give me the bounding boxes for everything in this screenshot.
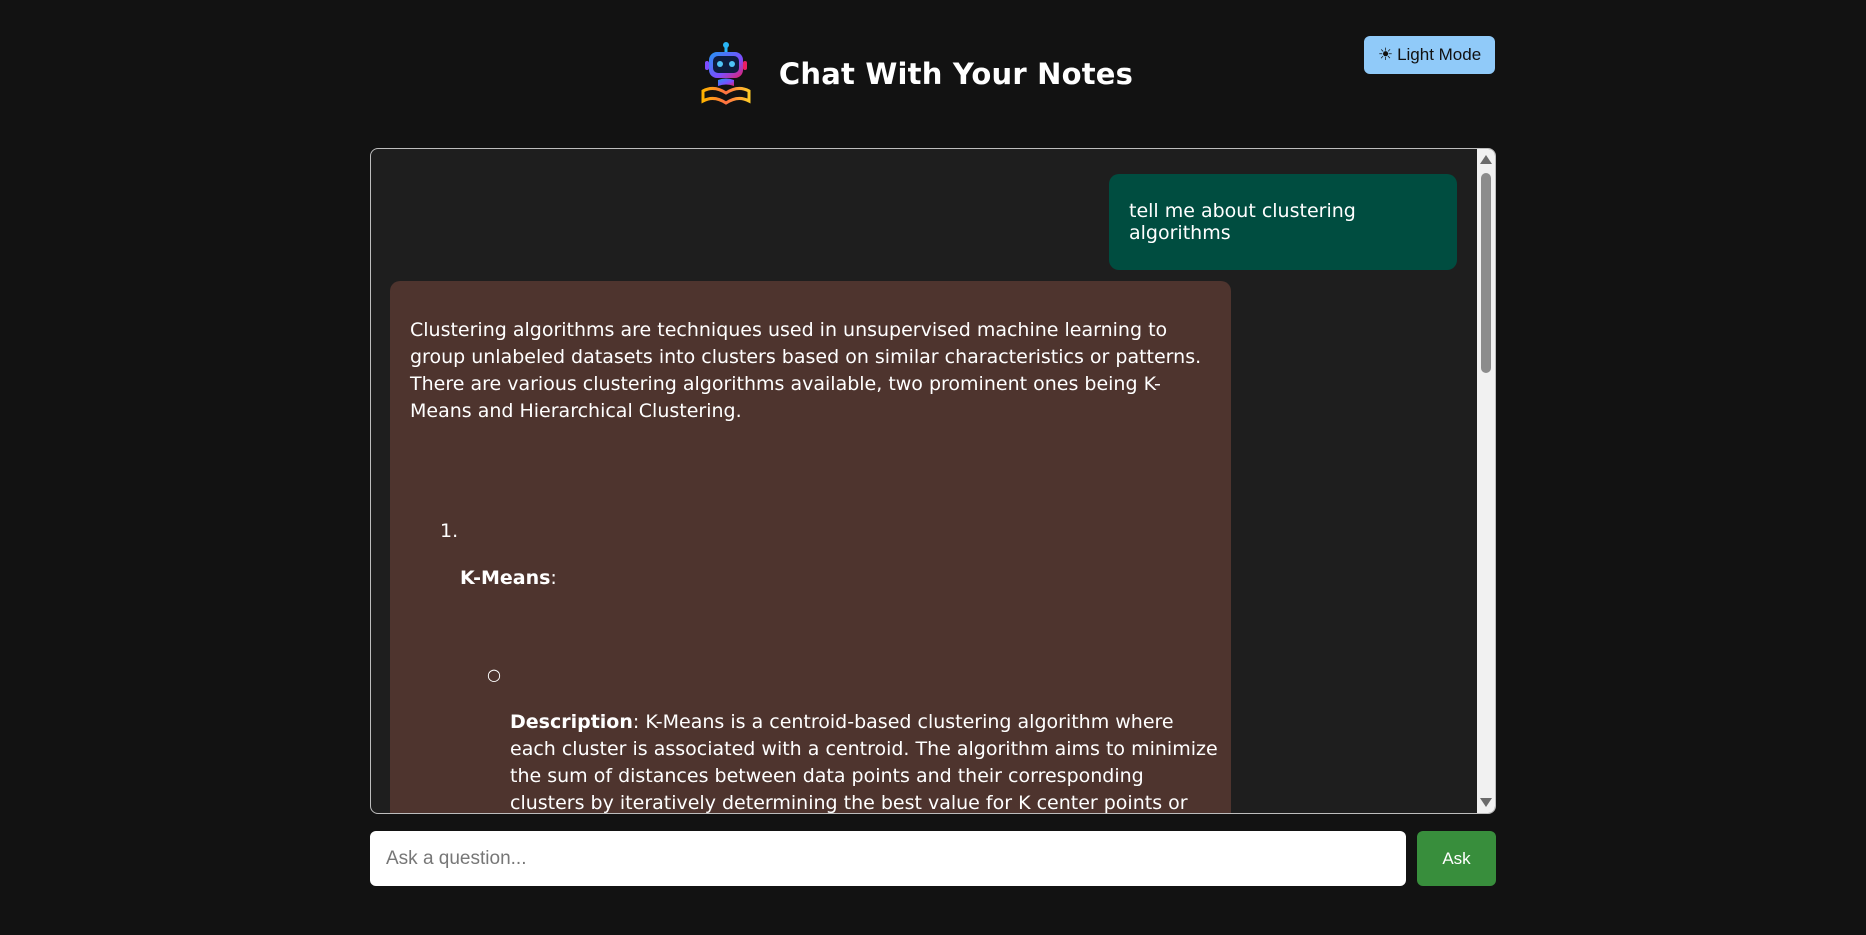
list-item-title-bold: K-Means <box>460 567 551 589</box>
question-input[interactable] <box>370 831 1406 886</box>
list-item-title-suffix: : <box>550 567 557 589</box>
sun-icon: ☀ <box>1377 45 1394 64</box>
scroll-up-arrow-icon[interactable] <box>1480 155 1492 164</box>
scrollbar-thumb[interactable] <box>1481 173 1491 373</box>
list-item-number: 1. <box>440 520 459 542</box>
description-text: Description: K-Means is a centroid-based… <box>510 709 1220 813</box>
light-mode-button[interactable]: ☀ Light Mode <box>1364 36 1495 74</box>
scroll-down-arrow-icon[interactable] <box>1480 798 1492 807</box>
question-form: Ask <box>370 831 1496 886</box>
bot-message-intro: Clustering algorithms are techniques use… <box>410 319 1202 422</box>
bullet-circle-icon: ○ <box>487 665 501 684</box>
chat-window[interactable]: tell me about clustering algorithms Clus… <box>370 148 1496 814</box>
chat-scrollbar[interactable] <box>1477 149 1495 813</box>
user-message: tell me about clustering algorithms <box>1109 174 1457 270</box>
app-header: Chat With Your Notes <box>0 36 1866 112</box>
list-item-title: K-Means: <box>460 565 557 592</box>
light-mode-label: Light Mode <box>1397 45 1482 64</box>
ask-button[interactable]: Ask <box>1417 831 1496 886</box>
user-message-text: tell me about clustering algorithms <box>1129 200 1356 244</box>
bot-message: Clustering algorithms are techniques use… <box>390 281 1231 813</box>
description-label: Description <box>510 711 633 733</box>
robot-book-icon <box>701 42 751 105</box>
page-title: Chat With Your Notes <box>778 57 1134 91</box>
